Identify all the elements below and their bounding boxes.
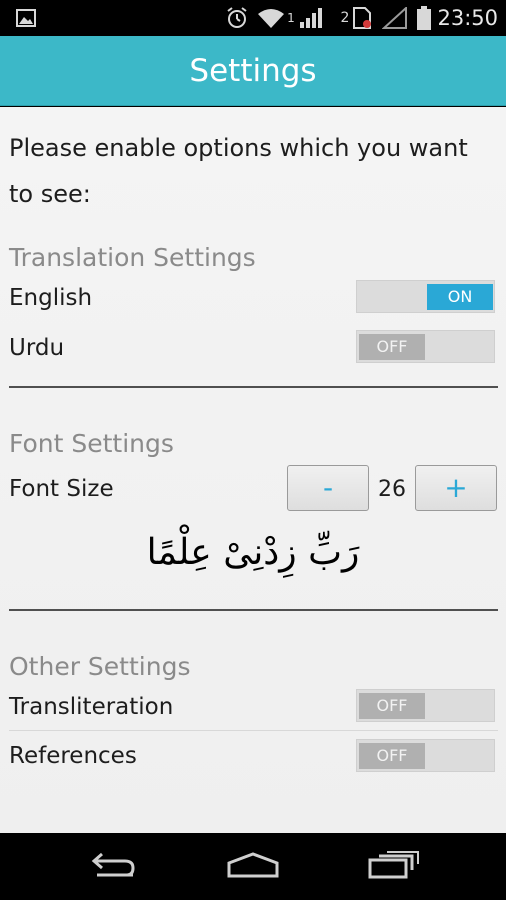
english-label: English xyxy=(9,285,93,311)
recents-button[interactable] xyxy=(354,843,434,891)
font-size-label: Font Size xyxy=(9,476,114,502)
urdu-label: Urdu xyxy=(9,335,65,361)
home-button[interactable] xyxy=(213,843,293,891)
battery-icon xyxy=(416,0,432,36)
font-decrease-button[interactable]: - xyxy=(287,465,369,511)
references-label: References xyxy=(9,743,137,769)
page-title: Settings xyxy=(189,53,317,89)
translation-settings-title: Translation Settings xyxy=(9,243,256,272)
arabic-preview-text: رَبِّ زِدْنِیْ عِلْمًا xyxy=(146,532,360,573)
signal-icon xyxy=(298,0,326,36)
back-icon xyxy=(87,851,137,883)
sim2-label: 2 xyxy=(340,10,350,26)
transliteration-label: Transliteration xyxy=(9,694,174,720)
font-settings-title: Font Settings xyxy=(9,429,174,458)
sim1-label: 1 xyxy=(287,11,295,25)
font-increase-button[interactable]: + xyxy=(415,465,497,511)
home-icon xyxy=(226,851,280,883)
alarm-icon xyxy=(224,0,250,36)
signal-empty-icon xyxy=(380,0,410,36)
wifi-icon xyxy=(256,0,286,36)
intro-text: Please enable options which you want to … xyxy=(9,134,468,208)
recents-icon xyxy=(367,850,421,884)
english-toggle[interactable]: ON xyxy=(356,280,495,313)
status-bar: 1 2 23:50 xyxy=(0,0,506,36)
transliteration-toggle[interactable]: OFF xyxy=(356,689,495,722)
references-toggle[interactable]: OFF xyxy=(356,739,495,772)
english-toggle-state: ON xyxy=(427,284,493,310)
references-toggle-state: OFF xyxy=(359,743,425,769)
font-size-value: 26 xyxy=(378,477,406,502)
app-bar: Settings xyxy=(0,36,506,106)
section-divider xyxy=(9,609,498,611)
navigation-bar xyxy=(0,833,506,900)
row-divider xyxy=(9,730,498,731)
image-notification-icon xyxy=(14,0,38,36)
back-button[interactable] xyxy=(72,843,152,891)
status-time: 23:50 xyxy=(437,6,498,30)
sim-icon xyxy=(350,0,374,36)
urdu-toggle-state: OFF xyxy=(359,334,425,360)
settings-content: Please enable options which you want to … xyxy=(0,107,506,833)
other-settings-title: Other Settings xyxy=(9,652,191,681)
section-divider xyxy=(9,386,498,388)
transliteration-toggle-state: OFF xyxy=(359,693,425,719)
urdu-toggle[interactable]: OFF xyxy=(356,330,495,363)
